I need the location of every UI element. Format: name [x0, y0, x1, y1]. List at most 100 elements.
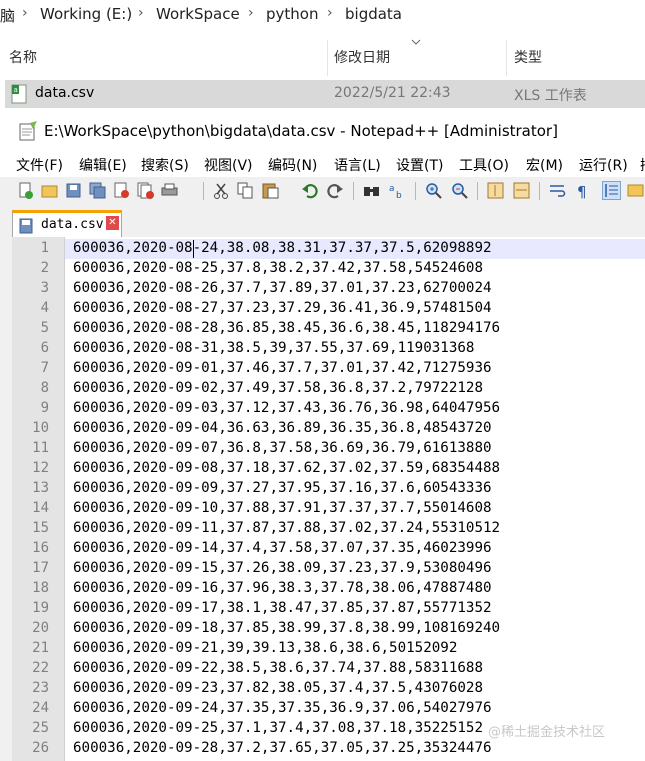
code-line: 600036,2020-09-21,39,39.13,38.6,38.6,501…: [73, 640, 458, 656]
tab-data-csv[interactable]: data.csv ✕: [12, 210, 122, 237]
window-title: E:\WorkSpace\python\bigdata\data.csv - N…: [44, 122, 558, 140]
zoom-in-icon[interactable]: [425, 182, 442, 199]
code-line: 600036,2020-09-17,38.1,38.47,37.85,37.87…: [73, 600, 492, 616]
sync-horizontal-icon[interactable]: [513, 182, 530, 199]
line-number: 16: [32, 540, 49, 556]
udl-icon[interactable]: [627, 182, 644, 199]
breadcrumb-item-bigdata[interactable]: bigdata: [345, 5, 402, 23]
editor-area[interactable]: 1 2 3 4 5 6 7 8 9 10 11 12 13 14 15 16 17 18 19 20 21 22 23 24 2…: [12, 237, 645, 761]
menu-settings[interactable]: 设置(T): [396, 155, 443, 175]
paste-icon[interactable]: [262, 182, 279, 199]
open-file-icon[interactable]: [41, 182, 58, 199]
new-file-icon[interactable]: [17, 182, 34, 199]
svg-text:b: b: [396, 191, 402, 199]
code-line: 600036,2020-09-28,37.2,37.65,37.05,37.25…: [73, 740, 492, 756]
menu-encoding[interactable]: 编码(N): [268, 155, 317, 175]
cut-icon[interactable]: [213, 182, 230, 199]
menu-tools[interactable]: 工具(O): [459, 155, 509, 175]
line-number: 3: [40, 280, 49, 296]
line-number: 5: [40, 320, 49, 336]
file-type: XLS 工作表: [514, 88, 587, 104]
undo-icon[interactable]: [301, 182, 318, 199]
code-line: 600036,2020-09-24,37.35,37.35,36.9,37.06…: [73, 700, 492, 716]
notepadpp-icon: [19, 121, 37, 141]
line-number: 10: [32, 420, 49, 436]
line-number: 6: [40, 340, 49, 356]
breadcrumb-item-python[interactable]: python: [266, 5, 318, 23]
code-line: 600036,2020-09-10,37.88,37.91,37.37,37.7…: [73, 500, 492, 516]
tab-bar: data.csv ✕: [0, 207, 645, 237]
print-icon[interactable]: [161, 182, 178, 199]
line-number: 1: [40, 240, 49, 256]
line-number: 18: [32, 580, 49, 596]
line-number: 15: [32, 520, 49, 536]
line-number: 20: [32, 620, 49, 636]
line-number: 11: [32, 440, 49, 456]
menu-file[interactable]: 文件(F): [16, 155, 63, 175]
menu-macro[interactable]: 宏(M): [526, 155, 563, 175]
column-type[interactable]: 类型: [514, 47, 542, 67]
explorer-breadcrumb: 脑 › Working (E:) › WorkSpace › python › …: [0, 0, 645, 30]
breadcrumb-item-pc[interactable]: 脑: [0, 5, 15, 26]
chevron-right-icon: ›: [327, 5, 333, 21]
line-number: 9: [40, 400, 49, 416]
code-line: 600036,2020-09-16,37.96,38.3,37.78,38.06…: [73, 580, 492, 596]
code-line: 600036,2020-08-28,36.85,38.45,36.6,38.45…: [73, 320, 501, 336]
close-all-icon[interactable]: [137, 182, 154, 199]
toolbar-separator: [353, 182, 354, 200]
line-number: 25: [32, 720, 49, 736]
menu-plugins[interactable]: 插: [640, 155, 645, 175]
column-divider[interactable]: [327, 40, 328, 76]
save-all-icon[interactable]: [89, 182, 106, 199]
toolbar-separator: [415, 182, 416, 200]
line-number: 22: [32, 660, 49, 676]
line-number: 14: [32, 500, 49, 516]
zoom-out-icon[interactable]: [451, 182, 468, 199]
code-line: 600036,2020-08-27,37.23,37.29,36.41,36.9…: [73, 300, 492, 316]
indent-guide-icon[interactable]: [602, 181, 621, 200]
column-divider[interactable]: [506, 40, 507, 76]
sync-vertical-icon[interactable]: [487, 182, 504, 199]
menu-edit[interactable]: 编辑(E): [79, 155, 127, 175]
notepadpp-window: E:\WorkSpace\python\bigdata\data.csv - N…: [0, 113, 645, 761]
breadcrumb-item-drive[interactable]: Working (E:): [40, 5, 132, 23]
redo-icon[interactable]: [327, 182, 344, 199]
menu-search[interactable]: 搜索(S): [141, 155, 189, 175]
code-line: 600036,2020-09-22,38.5,38.6,37.74,37.88,…: [73, 660, 483, 676]
text-caret: [193, 240, 194, 258]
chevron-right-icon: ›: [22, 5, 28, 21]
code-line: 600036,2020-09-18,37.85,38.99,37.8,38.99…: [73, 620, 501, 636]
column-header: 名称 修改日期 类型: [0, 30, 645, 80]
line-number: 19: [32, 600, 49, 616]
code-line: 600036,2020-09-23,37.82,38.05,37.4,37.5,…: [73, 680, 483, 696]
file-name: data.csv: [35, 85, 95, 101]
code-line: 600036,2020-09-01,37.46,37.7,37.01,37.42…: [73, 360, 492, 376]
chevron-right-icon: ›: [138, 5, 144, 21]
replace-icon[interactable]: ab: [389, 182, 406, 199]
code-line: 600036,2020-08-24,38.08,38.31,37.37,37.5…: [73, 240, 492, 256]
save-icon[interactable]: [65, 182, 82, 199]
copy-icon[interactable]: [237, 182, 254, 199]
file-modified: 2022/5/21 22:43: [334, 85, 451, 101]
title-bar: E:\WorkSpace\python\bigdata\data.csv - N…: [0, 113, 645, 151]
file-row[interactable]: a data.csv 2022/5/21 22:43 XLS 工作表: [5, 80, 645, 108]
word-wrap-icon[interactable]: [549, 182, 566, 199]
menu-run[interactable]: 运行(R): [579, 155, 628, 175]
column-modified[interactable]: 修改日期: [334, 47, 390, 67]
close-icon[interactable]: [113, 182, 130, 199]
menu-view[interactable]: 视图(V): [204, 155, 253, 175]
line-number: 23: [32, 680, 49, 696]
line-number: 24: [32, 700, 49, 716]
code-line: 600036,2020-08-31,38.5,39,37.55,37.69,11…: [73, 340, 475, 356]
line-number: 26: [32, 740, 49, 756]
menu-language[interactable]: 语言(L): [334, 155, 381, 175]
menu-bar: 文件(F) 编辑(E) 搜索(S) 视图(V) 编码(N) 语言(L) 设置(T…: [0, 151, 645, 177]
csv-file-icon: a: [11, 84, 27, 104]
column-name[interactable]: 名称: [9, 47, 37, 67]
find-icon[interactable]: [363, 182, 380, 199]
watermark-text: @稀土掘金技术社区: [488, 725, 606, 740]
tab-close-icon[interactable]: ✕: [106, 216, 119, 230]
line-number: 12: [32, 460, 49, 476]
show-all-chars-icon[interactable]: ¶: [575, 182, 592, 199]
breadcrumb-item-workspace[interactable]: WorkSpace: [156, 5, 240, 23]
